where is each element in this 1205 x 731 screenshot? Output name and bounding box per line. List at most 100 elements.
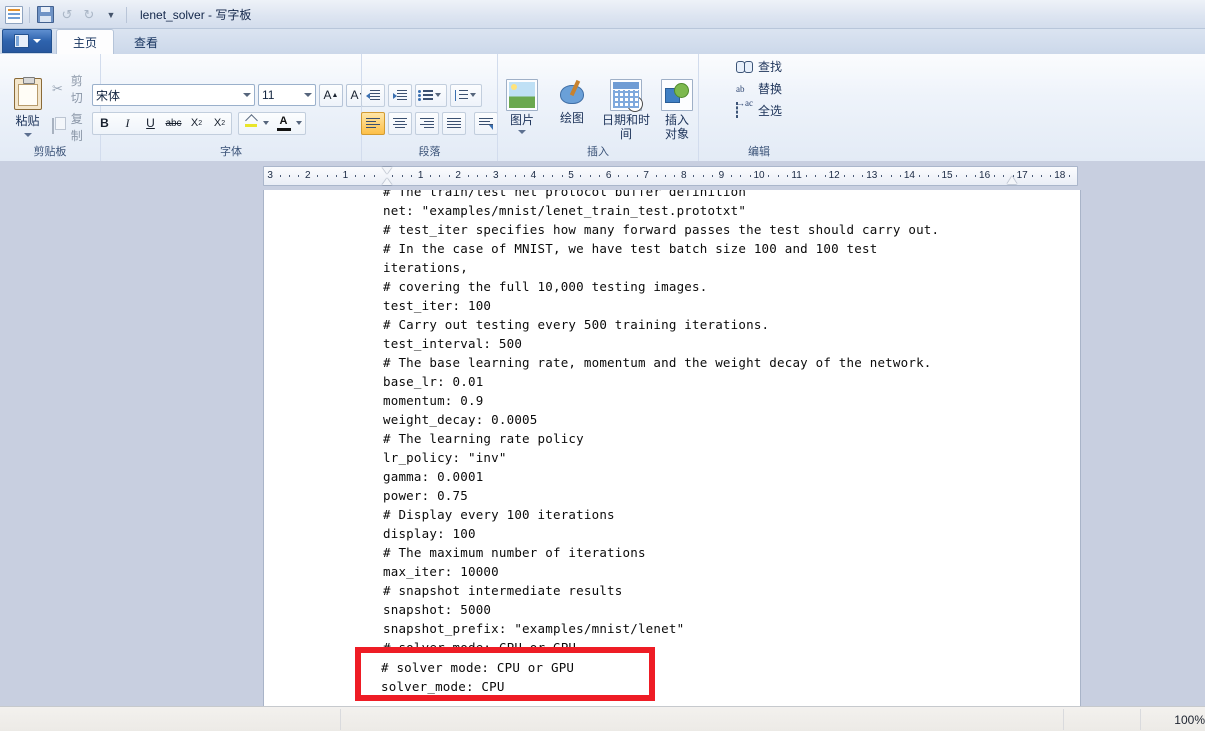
chevron-down-icon[interactable]	[435, 93, 441, 97]
menu-icon	[13, 34, 29, 48]
tab-home[interactable]: 主页	[56, 29, 115, 54]
ruler-tick	[373, 175, 375, 177]
ruler-tick	[317, 175, 319, 177]
highlighter-icon	[244, 116, 258, 130]
superscript-button[interactable]: X2	[208, 113, 231, 134]
document-line: # The maximum number of iterations	[383, 545, 646, 560]
ruler-tick	[326, 175, 328, 177]
customize-qat-icon[interactable]: ▼	[101, 5, 121, 25]
paste-button[interactable]: 粘贴	[7, 77, 48, 137]
tab-home-label: 主页	[73, 35, 98, 50]
ruler-tick	[806, 175, 807, 177]
paste-label: 粘贴	[15, 114, 40, 128]
document-line: net: "examples/mnist/lenet_train_test.pr…	[383, 203, 747, 218]
date-time-icon	[610, 78, 643, 112]
document-text[interactable]: # The train/test net protocol buffer def…	[383, 190, 939, 676]
font-color-button[interactable]: A	[272, 113, 295, 134]
font-family-value: 宋体	[96, 88, 121, 103]
ruler-tick-label: 14	[903, 170, 915, 181]
save-icon[interactable]	[35, 5, 55, 25]
font-size-combobox[interactable]: 11	[258, 84, 316, 106]
subscript-label: X	[190, 117, 199, 129]
chevron-down-icon[interactable]	[23, 133, 32, 137]
ruler-tick	[401, 175, 403, 177]
ruler-tick-label: 9	[718, 170, 725, 181]
first-line-indent-marker[interactable]	[382, 167, 393, 185]
bullets-button[interactable]	[415, 83, 447, 107]
undo-icon[interactable]: ↺	[57, 5, 77, 25]
ruler-tick	[965, 175, 967, 177]
tab-view[interactable]: 查看	[118, 30, 174, 54]
document-line: base_lr: 0.01	[383, 374, 484, 389]
ruler-tick	[824, 175, 826, 177]
align-center-button[interactable]	[388, 111, 412, 135]
right-indent-marker[interactable]	[1007, 176, 1017, 184]
document-line: test_iter: 100	[383, 298, 492, 313]
line-spacing-button[interactable]	[450, 83, 482, 107]
align-right-button[interactable]	[415, 111, 439, 135]
ruler-tick	[843, 175, 845, 177]
document-line: # In the case of MNIST, we have test bat…	[383, 241, 878, 256]
chevron-down-icon[interactable]	[296, 121, 302, 125]
ruler-tick	[862, 175, 864, 177]
ruler-tick	[702, 175, 704, 177]
ruler-tick	[956, 175, 958, 177]
ruler-tick	[768, 175, 770, 177]
insert-object-button[interactable]: 插入 对象	[656, 78, 698, 141]
align-left-button[interactable]	[361, 111, 385, 135]
horizontal-ruler[interactable]: 3 2 1 1 2 3 4 5 6 7 8 9 10 11 12 13 14 15 16 17 18	[263, 166, 1078, 186]
increase-indent-button[interactable]	[388, 83, 412, 107]
document-page[interactable]: # The train/test net protocol buffer def…	[263, 190, 1081, 708]
replace-button[interactable]: ab →ac 替换	[735, 80, 782, 108]
status-separator-3	[1140, 709, 1141, 730]
app-icon[interactable]	[4, 5, 24, 25]
chevron-down-icon[interactable]	[469, 93, 476, 97]
ruler-tick	[448, 175, 450, 177]
ruler-tick-label: 13	[866, 170, 878, 181]
font-family-combobox[interactable]: 宋体	[92, 84, 255, 106]
document-line: power: 0.75	[383, 488, 468, 503]
ruler-tick	[1041, 175, 1042, 177]
document-line: weight_decay: 0.0005	[383, 412, 538, 427]
paste-icon	[13, 77, 42, 110]
paint-drawing-icon	[557, 79, 587, 109]
insert-picture-label: 图片	[509, 112, 534, 127]
zoom-level[interactable]: 100%	[1174, 713, 1205, 727]
chevron-down-icon[interactable]	[518, 129, 526, 134]
quick-access-toolbar: ↺ ↻ ▼	[0, 4, 130, 26]
italic-button[interactable]: I	[116, 113, 139, 134]
wordpad-menu-button[interactable]	[2, 29, 52, 53]
qat-separator-2	[126, 6, 127, 23]
text-highlight-button[interactable]	[239, 113, 262, 134]
ruler-tick-label: 15	[941, 170, 953, 181]
ribbon-tab-strip: 主页 查看	[0, 29, 1205, 54]
redo-icon[interactable]: ↻	[79, 5, 99, 25]
chevron-down-icon[interactable]	[263, 121, 269, 125]
ruler-tick	[928, 175, 930, 177]
ruler-tick	[514, 175, 516, 177]
grow-font-button[interactable]: A ▲	[319, 83, 343, 107]
bold-label: B	[100, 116, 109, 130]
decrease-indent-button[interactable]	[361, 83, 385, 107]
ruler-tick-label: 3	[267, 170, 273, 181]
select-all-button[interactable]: 全选	[735, 102, 782, 119]
ruler-tick	[712, 175, 713, 177]
insert-group-label: 插入	[587, 146, 609, 158]
insert-picture-button[interactable]: 图片	[498, 78, 546, 134]
strikethrough-button[interactable]: abc	[162, 113, 185, 134]
ruler-tick	[336, 175, 337, 177]
annotation-line: solver_mode: CPU	[381, 679, 505, 694]
bold-button[interactable]: B	[93, 113, 116, 134]
ribbon-group-editing: 查找 ab →ac 替换 全选 编辑	[698, 54, 819, 161]
find-button[interactable]: 查找	[735, 58, 782, 75]
subscript-button[interactable]: X2	[185, 113, 208, 134]
underline-button[interactable]: U	[139, 113, 162, 134]
insert-date-time-button[interactable]: 日期和时间	[598, 78, 654, 141]
align-justify-button[interactable]	[442, 111, 466, 135]
replace-icon: ab →ac	[735, 84, 753, 108]
ruler-tick-label: 7	[643, 170, 649, 181]
document-line: snapshot_prefix: "examples/mnist/lenet"	[383, 621, 685, 636]
insert-drawing-button[interactable]: 绘图	[548, 79, 596, 125]
ribbon-group-paragraph: 段落	[361, 54, 498, 161]
ruler-tick	[655, 175, 657, 177]
